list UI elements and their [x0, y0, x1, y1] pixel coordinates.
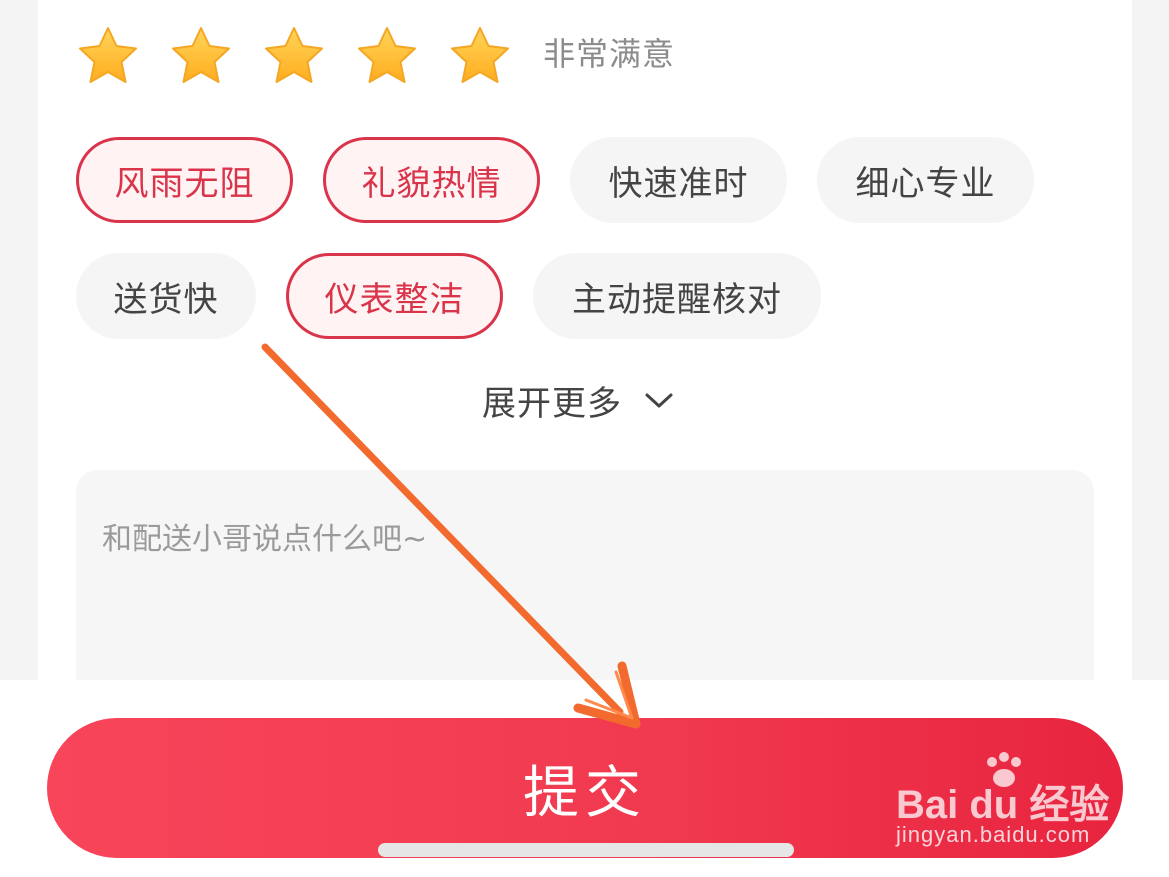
- rating-label: 非常满意: [543, 35, 676, 73]
- home-indicator: [378, 843, 794, 857]
- tag-chip[interactable]: 主动提醒核对: [533, 253, 821, 339]
- star-rating[interactable]: [76, 24, 541, 88]
- star-icon[interactable]: [448, 24, 512, 88]
- expand-more-label: 展开更多: [482, 384, 622, 424]
- star-icon[interactable]: [76, 24, 140, 88]
- tag-chip-selected[interactable]: 礼貌热情: [323, 137, 540, 223]
- comment-box: [76, 470, 1094, 680]
- star-icon[interactable]: [355, 24, 419, 88]
- tag-chip[interactable]: 细心专业: [817, 137, 1034, 223]
- tag-row: 送货快 仪表整洁 主动提醒核对: [76, 253, 851, 339]
- star-icon[interactable]: [169, 24, 233, 88]
- tag-chip[interactable]: 快速准时: [570, 137, 787, 223]
- chevron-down-icon: [645, 393, 673, 407]
- tag-chip[interactable]: 送货快: [76, 253, 256, 339]
- star-icon[interactable]: [262, 24, 326, 88]
- tag-chip-selected[interactable]: 风雨无阻: [76, 137, 293, 223]
- comment-input[interactable]: [76, 470, 1094, 680]
- expand-more-button[interactable]: 展开更多: [482, 376, 674, 425]
- tag-row: 风雨无阻 礼貌热情 快速准时 细心专业: [76, 137, 1064, 223]
- submit-button[interactable]: 提交: [47, 718, 1123, 858]
- tag-chip-selected[interactable]: 仪表整洁: [286, 253, 503, 339]
